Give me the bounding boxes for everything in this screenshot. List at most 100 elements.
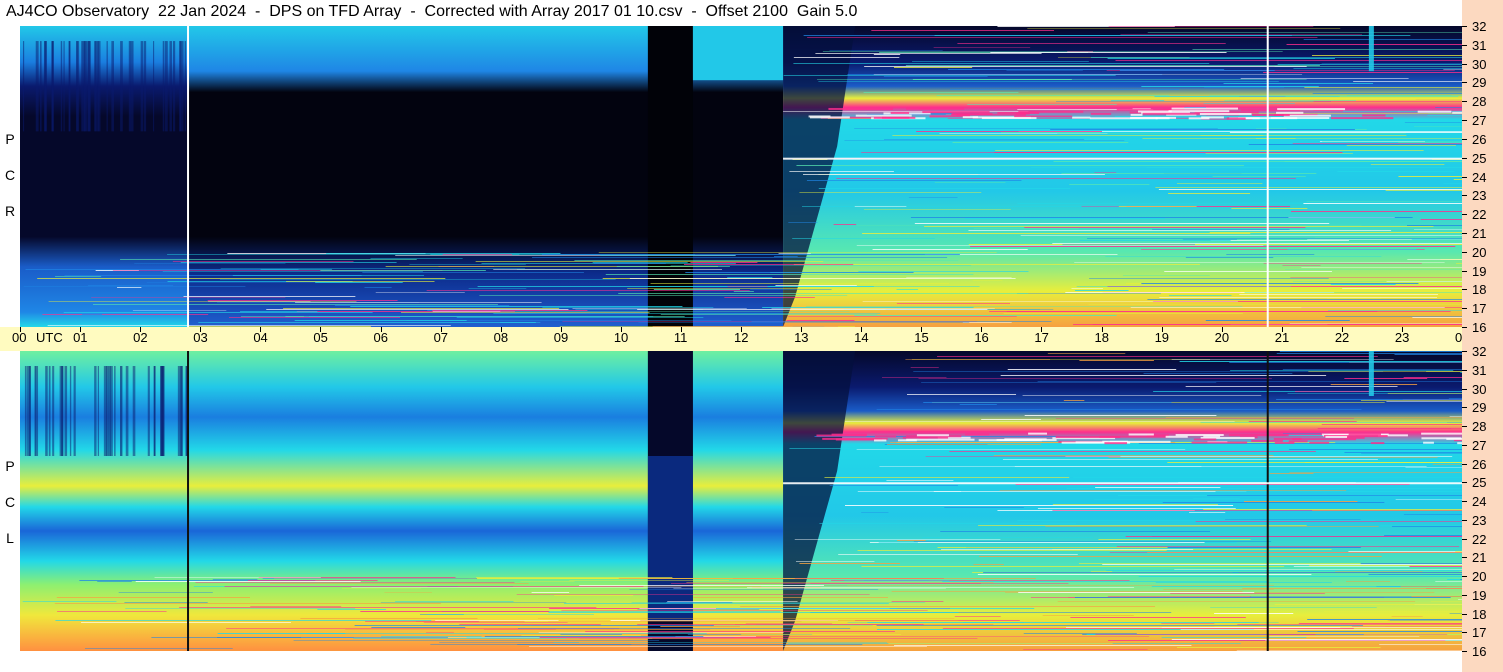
frequency-label: 26 bbox=[1472, 457, 1487, 472]
frequency-label: 16 bbox=[1472, 644, 1487, 659]
pol-label-bottom-c: C bbox=[4, 494, 16, 510]
frequency-tick bbox=[1462, 614, 1467, 615]
pol-label-top-c: C bbox=[4, 167, 16, 183]
frequency-tick bbox=[1462, 233, 1467, 234]
time-label: 18 bbox=[1094, 330, 1109, 345]
time-label: UTC bbox=[36, 330, 63, 345]
time-label: 02 bbox=[133, 330, 148, 345]
time-label: 17 bbox=[1034, 330, 1049, 345]
frequency-label: 25 bbox=[1472, 151, 1487, 166]
frequency-tick bbox=[1462, 289, 1467, 290]
frequency-tick bbox=[1462, 327, 1467, 328]
frequency-label: 29 bbox=[1472, 400, 1487, 415]
time-label: 10 bbox=[613, 330, 629, 345]
frequency-tick bbox=[1462, 557, 1467, 558]
frequency-label: 31 bbox=[1472, 363, 1487, 378]
frequency-label: 22 bbox=[1472, 532, 1487, 547]
frequency-tick bbox=[1462, 651, 1467, 652]
frequency-label: 23 bbox=[1472, 188, 1487, 203]
frequency-label: 18 bbox=[1472, 607, 1487, 622]
frequency-label: 20 bbox=[1472, 245, 1487, 260]
time-label: 01 bbox=[73, 330, 88, 345]
title-bar: AJ4CO Observatory 22 Jan 2024 - DPS on T… bbox=[0, 0, 1462, 26]
frequency-tick bbox=[1462, 82, 1467, 83]
frequency-tick bbox=[1462, 351, 1467, 352]
time-label: 23 bbox=[1394, 330, 1410, 345]
frequency-tick bbox=[1462, 271, 1467, 272]
rcp-spectrogram bbox=[20, 26, 1462, 327]
frequency-tick bbox=[1462, 445, 1467, 446]
frequency-label: 17 bbox=[1472, 625, 1487, 640]
time-label: 08 bbox=[493, 330, 509, 345]
time-label: 15 bbox=[914, 330, 929, 345]
frequency-tick bbox=[1462, 539, 1467, 540]
frequency-tick bbox=[1462, 389, 1467, 390]
frequency-label: 28 bbox=[1472, 419, 1487, 434]
time-label: 13 bbox=[794, 330, 809, 345]
frequency-tick bbox=[1462, 482, 1467, 483]
frequency-tick bbox=[1462, 26, 1467, 27]
frequency-tick bbox=[1462, 139, 1467, 140]
frequency-tick bbox=[1462, 308, 1467, 309]
pol-label-top-p: P bbox=[5, 131, 15, 147]
pol-label-bottom-l: L bbox=[6, 530, 14, 546]
frequency-tick bbox=[1462, 595, 1467, 596]
frequency-tick bbox=[1462, 177, 1467, 178]
frequency-label: 28 bbox=[1472, 94, 1487, 109]
frequency-label: 24 bbox=[1472, 494, 1487, 509]
frequency-label: 32 bbox=[1472, 344, 1487, 359]
chart-title: AJ4CO Observatory 22 Jan 2024 - DPS on T… bbox=[6, 3, 858, 20]
frequency-tick bbox=[1462, 464, 1467, 465]
frequency-tick bbox=[1462, 501, 1467, 502]
lcp-spectrogram bbox=[20, 351, 1462, 651]
pol-label-top-r: R bbox=[4, 203, 16, 219]
time-label: 05 bbox=[313, 330, 328, 345]
time-label: 06 bbox=[373, 330, 388, 345]
frequency-tick bbox=[1462, 64, 1467, 65]
frequency-label: 21 bbox=[1472, 226, 1487, 241]
time-label: 21 bbox=[1274, 330, 1290, 345]
time-label: 09 bbox=[553, 330, 569, 345]
time-label: 22 bbox=[1334, 330, 1350, 345]
frequency-label: 23 bbox=[1472, 513, 1487, 528]
frequency-tick bbox=[1462, 45, 1467, 46]
time-axis: 00 UTC 01 02 03 04 05 06 07 08 09 10 11 12 13 14 15 16 17 1… bbox=[0, 327, 1497, 351]
time-label: 03 bbox=[193, 330, 208, 345]
frequency-tick bbox=[1462, 101, 1467, 102]
frequency-label: 30 bbox=[1472, 382, 1487, 397]
time-label: 19 bbox=[1154, 330, 1170, 345]
time-label: 07 bbox=[433, 330, 449, 345]
frequency-label: 26 bbox=[1472, 132, 1487, 147]
frequency-label: 21 bbox=[1472, 550, 1487, 565]
frequency-label: 30 bbox=[1472, 57, 1487, 72]
frequency-tick bbox=[1462, 407, 1467, 408]
time-label: 04 bbox=[253, 330, 268, 345]
frequency-label: 17 bbox=[1472, 301, 1487, 316]
time-label: 00 bbox=[12, 330, 27, 345]
frequency-tick bbox=[1462, 632, 1467, 633]
frequency-label: 19 bbox=[1472, 588, 1487, 603]
time-label: 20 bbox=[1214, 330, 1230, 345]
frequency-label: 31 bbox=[1472, 38, 1487, 53]
lcp-spectrogram-svg bbox=[20, 351, 1462, 651]
frequency-label: 27 bbox=[1472, 438, 1487, 453]
frequency-label: 25 bbox=[1472, 475, 1487, 490]
pol-label-bottom-p: P bbox=[5, 458, 15, 474]
frequency-tick bbox=[1462, 520, 1467, 521]
time-label: 11 bbox=[673, 330, 688, 345]
frequency-tick bbox=[1462, 195, 1467, 196]
frequency-label: 32 bbox=[1472, 19, 1487, 34]
frequency-tick bbox=[1462, 252, 1467, 253]
frequency-label: 18 bbox=[1472, 282, 1487, 297]
frequency-label: 29 bbox=[1472, 75, 1487, 90]
frequency-tick bbox=[1462, 214, 1467, 215]
frequency-label: 24 bbox=[1472, 170, 1487, 185]
rcp-spectrogram-svg bbox=[20, 26, 1462, 327]
frequency-label: 16 bbox=[1472, 320, 1487, 335]
frequency-label: 20 bbox=[1472, 569, 1487, 584]
frequency-tick bbox=[1462, 426, 1467, 427]
frequency-tick bbox=[1462, 370, 1467, 371]
frequency-tick bbox=[1462, 158, 1467, 159]
frequency-label: 27 bbox=[1472, 113, 1487, 128]
time-label: 12 bbox=[734, 330, 749, 345]
